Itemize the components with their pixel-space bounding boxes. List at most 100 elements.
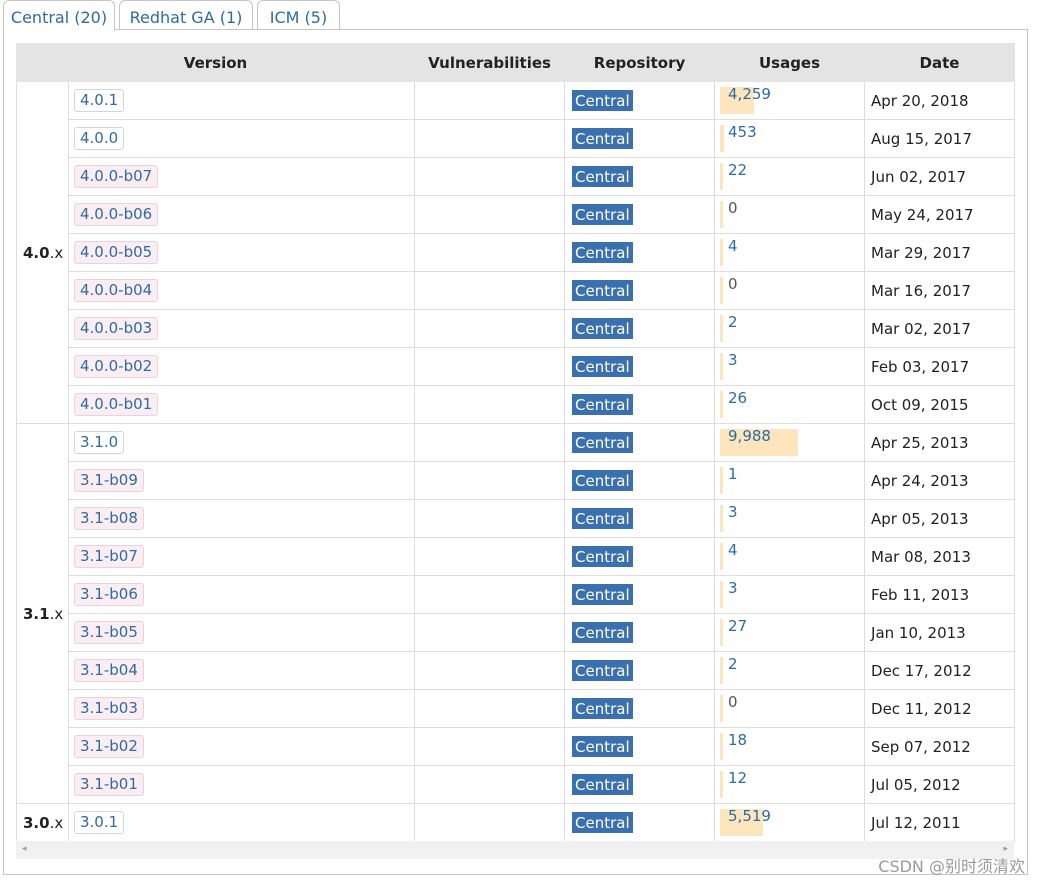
usage-bar	[720, 733, 724, 760]
usage-count-link[interactable]: 9,988	[728, 427, 771, 445]
usage-count-link[interactable]: 22	[728, 161, 747, 179]
repository-badge[interactable]: Central	[572, 622, 633, 643]
repository-badge[interactable]: Central	[572, 204, 633, 225]
repository-badge[interactable]: Central	[572, 394, 633, 415]
version-link[interactable]: 3.1-b03	[74, 697, 144, 720]
repository-badge[interactable]: Central	[572, 508, 633, 529]
usage-count-link[interactable]: 3	[728, 351, 738, 369]
usage-count-link: 0	[728, 199, 738, 217]
version-link[interactable]: 3.1-b01	[74, 773, 144, 796]
tab-central[interactable]: Central (20)	[3, 0, 115, 31]
version-group-major: 3.1	[23, 604, 50, 623]
usage-count-link: 0	[728, 693, 738, 711]
repository-cell: Central	[564, 385, 716, 424]
version-cell: 3.1-b04	[67, 651, 416, 690]
repository-badge[interactable]: Central	[572, 812, 633, 833]
version-link[interactable]: 3.1-b05	[74, 621, 144, 644]
repository-badge[interactable]: Central	[572, 432, 633, 453]
repository-badge[interactable]: Central	[572, 128, 633, 149]
usage-count-link[interactable]: 3	[728, 503, 738, 521]
usage-count-link[interactable]: 26	[728, 389, 747, 407]
usage-count-link[interactable]: 4,259	[728, 85, 771, 103]
version-link[interactable]: 3.1-b09	[74, 469, 144, 492]
version-link[interactable]: 3.1-b08	[74, 507, 144, 530]
usage-count-link[interactable]: 5,519	[728, 807, 771, 825]
version-group-label: 3.0.x	[16, 803, 69, 842]
vulnerabilities-cell	[414, 195, 566, 234]
table-row: 3.1.x 3.1.0 Central 9,988 Apr 25, 2013	[16, 423, 1016, 804]
repository-cell: Central	[564, 499, 716, 538]
usage-count-link[interactable]: 27	[728, 617, 747, 635]
usage-count-link[interactable]: 453	[728, 123, 757, 141]
repository-badge[interactable]: Central	[572, 698, 633, 719]
usage-count-link[interactable]: 12	[728, 769, 747, 787]
repository-badge[interactable]: Central	[572, 546, 633, 567]
version-cell: 4.0.0-b02	[67, 347, 416, 386]
version-link[interactable]: 4.0.0-b07	[74, 165, 159, 188]
version-link[interactable]: 4.0.0-b02	[74, 355, 159, 378]
version-cell: 3.0.1	[67, 803, 416, 842]
table-row: 3.1-b03 Central 0 Dec 11, 2012	[17, 689, 1016, 728]
repository-badge[interactable]: Central	[572, 318, 633, 339]
usage-count-link[interactable]: 2	[728, 655, 738, 673]
release-date: Mar 02, 2017	[864, 309, 1016, 348]
tab-redhat-ga[interactable]: Redhat GA (1)	[119, 0, 253, 29]
scroll-left-icon[interactable]: ◂	[22, 844, 27, 854]
watermark: CSDN @别时须清欢	[878, 857, 1025, 876]
usages-cell: 2	[714, 651, 866, 690]
usage-bar	[720, 657, 724, 684]
repository-cell: Central	[564, 461, 716, 500]
repository-badge[interactable]: Central	[572, 280, 633, 301]
vulnerabilities-cell	[414, 689, 566, 728]
repository-badge[interactable]: Central	[572, 166, 633, 187]
version-cell: 4.0.1	[67, 81, 416, 120]
usage-bar	[720, 619, 724, 646]
repository-badge[interactable]: Central	[572, 470, 633, 491]
usage-bar	[720, 581, 724, 608]
version-link[interactable]: 4.0.0-b01	[74, 393, 159, 416]
version-cell: 3.1-b05	[67, 613, 416, 652]
repository-badge[interactable]: Central	[572, 242, 633, 263]
vulnerabilities-cell	[414, 157, 566, 196]
version-group-label: 3.1.x	[16, 423, 69, 804]
usage-count-link[interactable]: 1	[728, 465, 738, 483]
version-link[interactable]: 4.0.0	[74, 127, 125, 150]
version-group-label: 4.0.x	[16, 81, 69, 424]
version-cell: 3.1-b06	[67, 575, 416, 614]
repository-badge[interactable]: Central	[572, 660, 633, 681]
repository-cell: Central	[564, 803, 716, 842]
table-row: 4.0.0-b04 Central 0 Mar 16, 2017	[17, 271, 1016, 310]
usage-count-link[interactable]: 4	[728, 237, 738, 255]
repository-badge[interactable]: Central	[572, 736, 633, 757]
repository-badge[interactable]: Central	[572, 584, 633, 605]
repository-badge[interactable]: Central	[572, 774, 633, 795]
version-link[interactable]: 3.1-b02	[74, 735, 144, 758]
version-link[interactable]: 4.0.0-b06	[74, 203, 159, 226]
repository-badge[interactable]: Central	[572, 90, 633, 111]
version-link[interactable]: 4.0.0-b03	[74, 317, 159, 340]
version-link[interactable]: 3.1-b07	[74, 545, 144, 568]
usage-count-link[interactable]: 3	[728, 579, 738, 597]
usage-count-link[interactable]: 4	[728, 541, 738, 559]
release-date: Feb 03, 2017	[864, 347, 1016, 386]
release-date: Jan 10, 2013	[864, 613, 1016, 652]
version-link[interactable]: 3.1.0	[74, 431, 125, 454]
table-row: 3.1-b08 Central 3 Apr 05, 2013	[17, 499, 1016, 538]
version-link[interactable]: 4.0.0-b04	[74, 279, 159, 302]
release-date: Mar 08, 2013	[864, 537, 1016, 576]
repository-cell: Central	[564, 727, 716, 766]
usage-count-link[interactable]: 2	[728, 313, 738, 331]
usage-count-link[interactable]: 18	[728, 731, 747, 749]
repository-cell: Central	[564, 689, 716, 728]
version-link[interactable]: 4.0.1	[74, 89, 125, 112]
version-link[interactable]: 4.0.0-b05	[74, 241, 159, 264]
version-link[interactable]: 3.1-b04	[74, 659, 144, 682]
horizontal-scrollbar[interactable]: ◂ ▸	[16, 841, 1014, 859]
vulnerabilities-cell	[414, 309, 566, 348]
release-date: Dec 11, 2012	[864, 689, 1016, 728]
tab-icm[interactable]: ICM (5)	[257, 0, 340, 29]
usages-cell: 0	[714, 195, 866, 234]
version-link[interactable]: 3.1-b06	[74, 583, 144, 606]
version-link[interactable]: 3.0.1	[74, 811, 125, 834]
repository-badge[interactable]: Central	[572, 356, 633, 377]
